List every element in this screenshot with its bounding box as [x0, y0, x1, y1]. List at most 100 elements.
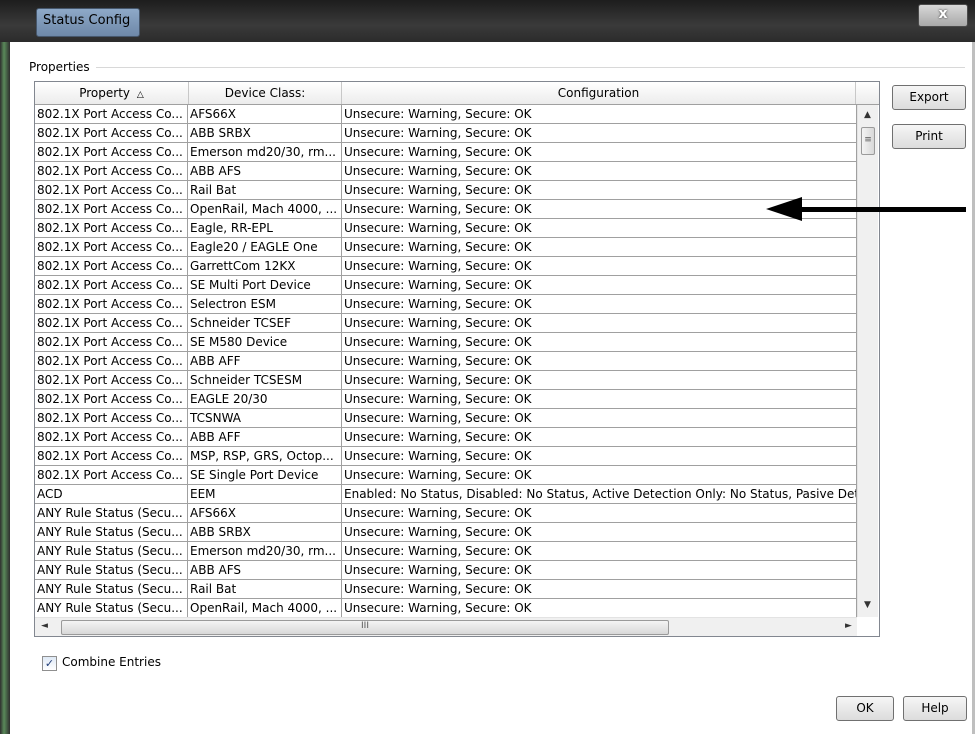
- table-row[interactable]: 802.1X Port Access Co... Rail Bat Unsecure…: [35, 181, 857, 200]
- device-class-cell[interactable]: Emerson md20/30, rm...: [188, 542, 342, 561]
- configuration-cell[interactable]: Unsecure: Warning, Secure: OK: [342, 352, 857, 371]
- property-cell[interactable]: ANY Rule Status (Secu...: [35, 542, 188, 561]
- configuration-cell[interactable]: Unsecure: Warning, Secure: OK: [342, 314, 857, 333]
- configuration-cell[interactable]: Unsecure: Warning, Secure: OK: [342, 428, 857, 447]
- property-cell[interactable]: 802.1X Port Access Co...: [35, 466, 188, 485]
- column-header-property[interactable]: Property △: [35, 82, 189, 104]
- device-class-cell[interactable]: Eagle20 / EAGLE One: [188, 238, 342, 257]
- configuration-cell[interactable]: Unsecure: Warning, Secure: OK: [342, 580, 857, 599]
- device-class-cell[interactable]: EEM: [188, 485, 342, 504]
- configuration-cell[interactable]: Unsecure: Warning, Secure: OK: [342, 390, 857, 409]
- device-class-cell[interactable]: OpenRail, Mach 4000, ...: [188, 200, 342, 219]
- device-class-cell[interactable]: ABB SRBX: [188, 523, 342, 542]
- device-class-cell[interactable]: ABB AFS: [188, 561, 342, 580]
- properties-table[interactable]: Property △ Device Class: Configuration 8…: [34, 81, 880, 637]
- scroll-up-icon[interactable]: ▲: [864, 110, 871, 120]
- configuration-cell[interactable]: Unsecure: Warning, Secure: OK: [342, 105, 857, 124]
- configuration-cell[interactable]: Unsecure: Warning, Secure: OK: [342, 162, 857, 181]
- property-cell[interactable]: 802.1X Port Access Co...: [35, 219, 188, 238]
- table-row[interactable]: ACD EEM Enabled: No Status, Disabled: No S…: [35, 485, 857, 504]
- horizontal-scroll-thumb[interactable]: III: [61, 620, 669, 635]
- device-class-cell[interactable]: Rail Bat: [188, 181, 342, 200]
- table-row[interactable]: ANY Rule Status (Secu... ABB SRBX Unsecure…: [35, 523, 857, 542]
- table-row[interactable]: 802.1X Port Access Co... TCSNWA Unsecure: …: [35, 409, 857, 428]
- table-row[interactable]: ANY Rule Status (Secu... AFS66X Unsecure: …: [35, 504, 857, 523]
- table-row[interactable]: ANY Rule Status (Secu... OpenRail, Mach 4…: [35, 599, 857, 618]
- property-cell[interactable]: ANY Rule Status (Secu...: [35, 599, 188, 618]
- property-cell[interactable]: 802.1X Port Access Co...: [35, 333, 188, 352]
- property-cell[interactable]: ANY Rule Status (Secu...: [35, 561, 188, 580]
- export-button[interactable]: Export: [892, 85, 966, 110]
- property-cell[interactable]: ACD: [35, 485, 188, 504]
- device-class-cell[interactable]: Rail Bat: [188, 580, 342, 599]
- device-class-cell[interactable]: Schneider TCSESM: [188, 371, 342, 390]
- property-cell[interactable]: 802.1X Port Access Co...: [35, 390, 188, 409]
- configuration-cell[interactable]: Unsecure: Warning, Secure: OK: [342, 371, 857, 390]
- horizontal-scrollbar[interactable]: ◄ III ►: [35, 617, 857, 636]
- table-row[interactable]: 802.1X Port Access Co... SE Multi Port De…: [35, 276, 857, 295]
- configuration-cell[interactable]: Unsecure: Warning, Secure: OK: [342, 333, 857, 352]
- configuration-cell[interactable]: Unsecure: Warning, Secure: OK: [342, 276, 857, 295]
- close-button[interactable]: x: [918, 4, 968, 27]
- property-cell[interactable]: 802.1X Port Access Co...: [35, 257, 188, 276]
- table-row[interactable]: 802.1X Port Access Co... Schneider TCSESM…: [35, 371, 857, 390]
- table-row[interactable]: 802.1X Port Access Co... SE M580 Device Un…: [35, 333, 857, 352]
- property-cell[interactable]: 802.1X Port Access Co...: [35, 143, 188, 162]
- property-cell[interactable]: ANY Rule Status (Secu...: [35, 504, 188, 523]
- help-button[interactable]: Help: [903, 696, 967, 721]
- property-cell[interactable]: ANY Rule Status (Secu...: [35, 580, 188, 599]
- device-class-cell[interactable]: ABB AFF: [188, 428, 342, 447]
- table-row[interactable]: ANY Rule Status (Secu... Rail Bat Unsecure…: [35, 580, 857, 599]
- configuration-cell[interactable]: Unsecure: Warning, Secure: OK: [342, 257, 857, 276]
- property-cell[interactable]: 802.1X Port Access Co...: [35, 352, 188, 371]
- property-cell[interactable]: 802.1X Port Access Co...: [35, 105, 188, 124]
- vertical-scrollbar[interactable]: ▲ ≡ ▼: [857, 105, 878, 617]
- table-row[interactable]: 802.1X Port Access Co... GarrettCom 12KX U…: [35, 257, 857, 276]
- property-cell[interactable]: 802.1X Port Access Co...: [35, 295, 188, 314]
- table-row[interactable]: 802.1X Port Access Co... Eagle, RR-EPL Uns…: [35, 219, 857, 238]
- configuration-cell[interactable]: Unsecure: Warning, Secure: OK: [342, 238, 857, 257]
- property-cell[interactable]: 802.1X Port Access Co...: [35, 162, 188, 181]
- table-row[interactable]: 802.1X Port Access Co... SE Single Port D…: [35, 466, 857, 485]
- property-cell[interactable]: ANY Rule Status (Secu...: [35, 523, 188, 542]
- property-cell[interactable]: 802.1X Port Access Co...: [35, 124, 188, 143]
- device-class-cell[interactable]: SE Single Port Device: [188, 466, 342, 485]
- configuration-cell[interactable]: Unsecure: Warning, Secure: OK: [342, 466, 857, 485]
- configuration-cell[interactable]: Unsecure: Warning, Secure: OK: [342, 542, 857, 561]
- device-class-cell[interactable]: AFS66X: [188, 105, 342, 124]
- scroll-right-icon[interactable]: ►: [845, 621, 852, 631]
- property-cell[interactable]: 802.1X Port Access Co...: [35, 314, 188, 333]
- device-class-cell[interactable]: AFS66X: [188, 504, 342, 523]
- table-row[interactable]: ANY Rule Status (Secu... ABB AFS Unsecure:…: [35, 561, 857, 580]
- column-header-configuration[interactable]: Configuration: [342, 82, 856, 104]
- property-cell[interactable]: 802.1X Port Access Co...: [35, 428, 188, 447]
- table-row[interactable]: 802.1X Port Access Co... EAGLE 20/30 Unsec…: [35, 390, 857, 409]
- scroll-left-icon[interactable]: ◄: [41, 621, 48, 631]
- property-cell[interactable]: 802.1X Port Access Co...: [35, 276, 188, 295]
- table-row[interactable]: ANY Rule Status (Secu... Emerson md20/30,…: [35, 542, 857, 561]
- table-row[interactable]: 802.1X Port Access Co... MSP, RSP, GRS, O…: [35, 447, 857, 466]
- configuration-cell[interactable]: Unsecure: Warning, Secure: OK: [342, 295, 857, 314]
- configuration-cell[interactable]: Unsecure: Warning, Secure: OK: [342, 409, 857, 428]
- property-cell[interactable]: 802.1X Port Access Co...: [35, 371, 188, 390]
- scroll-down-icon[interactable]: ▼: [864, 600, 871, 610]
- device-class-cell[interactable]: Selectron ESM: [188, 295, 342, 314]
- table-row[interactable]: 802.1X Port Access Co... Schneider TCSEF U…: [35, 314, 857, 333]
- ok-button[interactable]: OK: [836, 696, 894, 721]
- table-row[interactable]: 802.1X Port Access Co... AFS66X Unsecure: …: [35, 105, 857, 124]
- print-button[interactable]: Print: [892, 124, 966, 149]
- vertical-scroll-thumb[interactable]: ≡: [861, 127, 875, 155]
- property-cell[interactable]: 802.1X Port Access Co...: [35, 447, 188, 466]
- table-row[interactable]: 802.1X Port Access Co... ABB AFF Unsecure:…: [35, 352, 857, 371]
- configuration-cell[interactable]: Unsecure: Warning, Secure: OK: [342, 447, 857, 466]
- table-row[interactable]: 802.1X Port Access Co... Selectron ESM Uns…: [35, 295, 857, 314]
- table-row[interactable]: 802.1X Port Access Co... ABB AFS Unsecure:…: [35, 162, 857, 181]
- configuration-cell[interactable]: Unsecure: Warning, Secure: OK: [342, 523, 857, 542]
- device-class-cell[interactable]: OpenRail, Mach 4000, ...: [188, 599, 342, 618]
- configuration-cell[interactable]: Unsecure: Warning, Secure: OK: [342, 143, 857, 162]
- property-cell[interactable]: 802.1X Port Access Co...: [35, 238, 188, 257]
- configuration-cell[interactable]: Unsecure: Warning, Secure: OK: [342, 124, 857, 143]
- property-cell[interactable]: 802.1X Port Access Co...: [35, 409, 188, 428]
- device-class-cell[interactable]: GarrettCom 12KX: [188, 257, 342, 276]
- device-class-cell[interactable]: Emerson md20/30, rm...: [188, 143, 342, 162]
